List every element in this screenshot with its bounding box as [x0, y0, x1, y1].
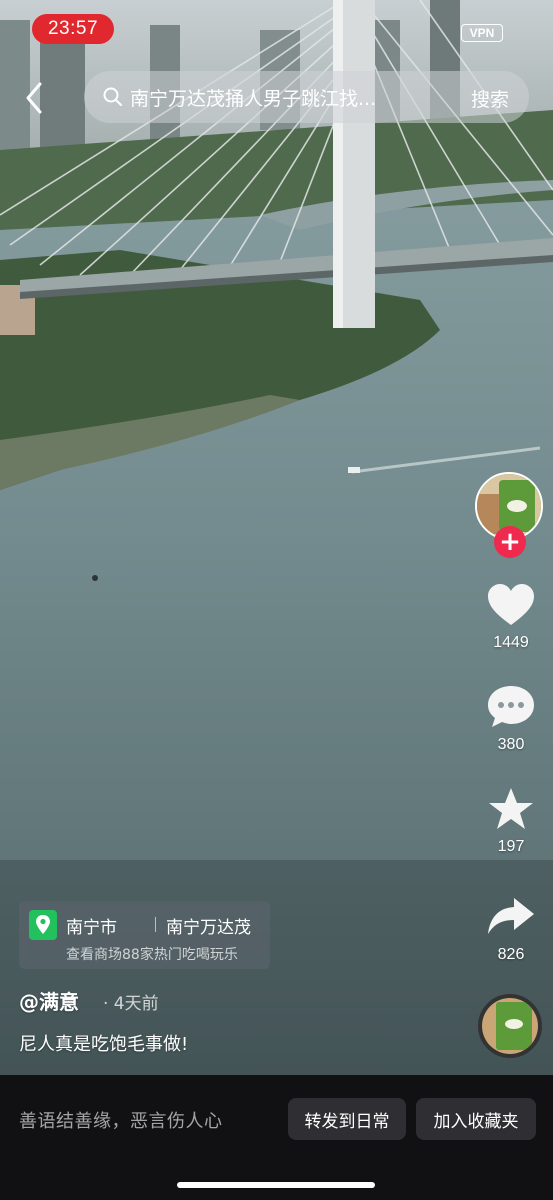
search-query[interactable]: 南宁万达茂捅人男子跳江找...	[130, 84, 430, 111]
location-divider	[155, 917, 156, 932]
post-time: · 4天前	[103, 994, 159, 1014]
location-city: 南宁市	[66, 918, 117, 938]
favorite-button[interactable]: 197	[479, 786, 543, 856]
like-count: 1449	[493, 634, 529, 651]
share-arrow-icon	[488, 898, 534, 934]
comment-button[interactable]: 380	[479, 684, 543, 754]
author-name[interactable]: @满意	[19, 986, 79, 1015]
location-place: 南宁万达茂	[166, 918, 251, 938]
repost-button[interactable]: 转发到日常	[288, 1098, 406, 1140]
add-favorite-button[interactable]: 加入收藏夹	[416, 1098, 536, 1140]
location-subtitle: 查看商场88家热门吃喝玩乐	[66, 947, 238, 963]
like-button[interactable]: 1449	[479, 582, 543, 652]
search-bar[interactable]: 南宁万达茂捅人男子跳江找... 搜索	[84, 71, 529, 123]
music-cover-image	[482, 998, 538, 1054]
back-button[interactable]	[18, 78, 54, 118]
location-pin-icon	[29, 910, 57, 940]
heart-icon	[488, 584, 534, 625]
chevron-left-icon	[26, 82, 42, 114]
location-chip[interactable]: 南宁市 南宁万达茂 查看商场88家热门吃喝玩乐	[19, 901, 270, 969]
search-icon	[103, 87, 122, 106]
post-caption: 尼人真是吃饱毛事做!	[19, 1034, 189, 1055]
status-time: 23:57	[32, 14, 114, 44]
star-icon	[489, 788, 533, 829]
music-disc[interactable]	[478, 994, 542, 1058]
plus-icon: +	[499, 527, 521, 557]
favorite-count: 197	[497, 838, 525, 855]
comment-icon	[488, 686, 534, 727]
share-count: 826	[497, 946, 525, 963]
home-indicator[interactable]	[177, 1182, 375, 1188]
comment-count: 380	[497, 736, 525, 753]
follow-button[interactable]: +	[494, 526, 526, 558]
search-button[interactable]: 搜索	[471, 85, 509, 112]
share-button[interactable]: 826	[479, 894, 543, 964]
comment-input[interactable]: 善语结善缘，恶言伤人心	[19, 1107, 223, 1133]
vpn-badge: VPN	[461, 24, 503, 42]
